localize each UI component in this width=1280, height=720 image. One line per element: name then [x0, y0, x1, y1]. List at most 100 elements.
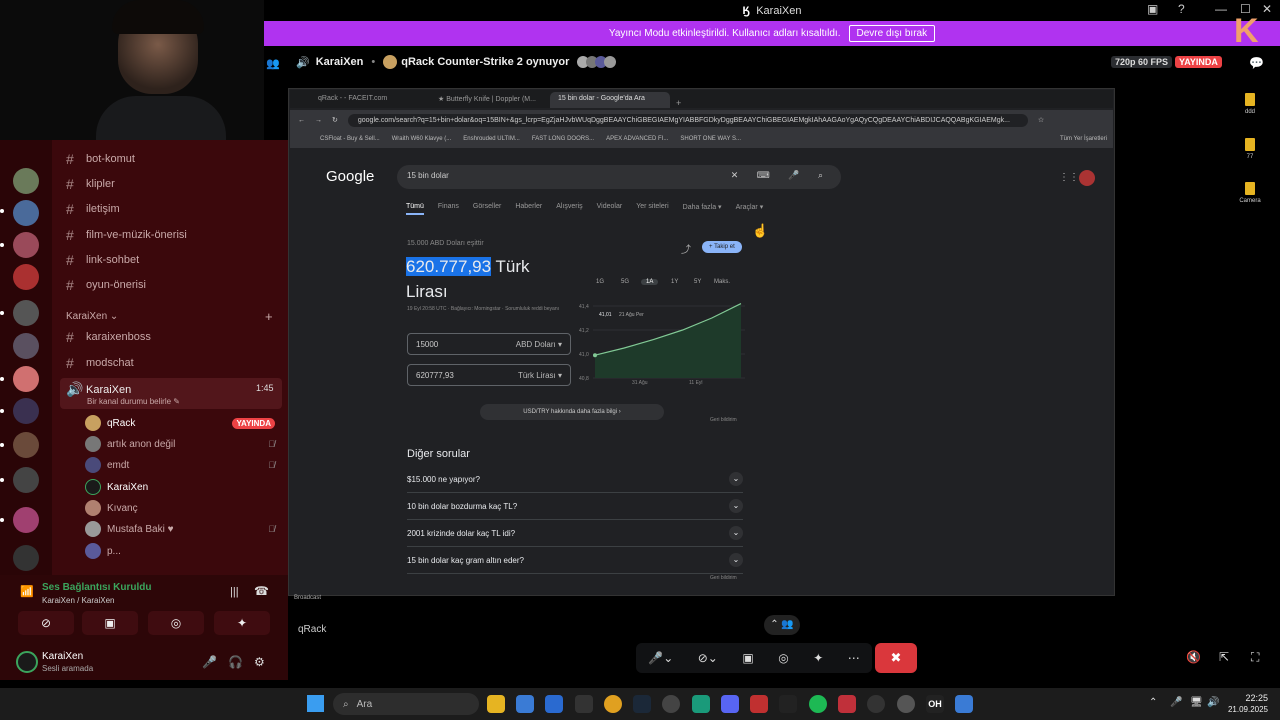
tab-tools[interactable]: Araçlar ▾	[736, 203, 764, 215]
taskbar-app-icon[interactable]	[692, 695, 710, 713]
minimize-icon[interactable]: —	[1215, 2, 1227, 16]
tab-all[interactable]: Tümü	[406, 203, 424, 215]
desktop-folder[interactable]: Camera	[1238, 182, 1262, 204]
member-emdt[interactable]: emdt 🎙̸	[85, 457, 275, 473]
question-item[interactable]: $15.000 ne yapıyor? ⌄	[407, 466, 743, 493]
feedback-link[interactable]: Geri bildirim	[710, 417, 737, 423]
channel-iletisim[interactable]: # iletişim	[66, 201, 120, 217]
activity-button[interactable]: ◎	[148, 611, 204, 635]
bookmark-star-icon[interactable]: ☆	[1038, 116, 1044, 124]
volume-icon[interactable]: 🔊	[1207, 697, 1219, 708]
start-icon[interactable]	[307, 695, 324, 712]
noise-suppression-icon[interactable]: |||	[230, 586, 239, 598]
tab-shopping[interactable]: Alışveriş	[556, 203, 582, 215]
range-max[interactable]: Maks.	[714, 279, 730, 285]
server-icon[interactable]	[13, 168, 39, 194]
range-5d[interactable]: 5G	[621, 279, 629, 285]
steam-icon[interactable]	[633, 695, 651, 713]
clock-date[interactable]: 21.09.2025	[1222, 705, 1268, 714]
settings-gear-icon[interactable]: ⚙	[254, 655, 265, 669]
question-item[interactable]: 2001 krizinde dolar kaç TL idi? ⌄	[407, 520, 743, 547]
server-icon[interactable]	[13, 333, 39, 359]
bookmark[interactable]: FAST LONG DOORS...	[532, 136, 594, 142]
file-explorer-icon[interactable]	[487, 695, 505, 713]
server-icon[interactable]	[13, 200, 39, 226]
url-field[interactable]: google.com/search?q=15+bin+dolar&oq=15BI…	[347, 113, 1028, 127]
bookmark[interactable]: APEX ADVANCED FI...	[606, 136, 668, 142]
user-avatar[interactable]	[16, 651, 38, 673]
all-bookmarks[interactable]: Tüm Yer İşaretleri	[1060, 136, 1107, 142]
bookmark[interactable]: SHORT ONE WAY S...	[680, 136, 741, 142]
feedback-link[interactable]: Geri bildirim	[710, 575, 737, 581]
spotify-icon[interactable]	[809, 695, 827, 713]
store-icon[interactable]	[545, 695, 563, 713]
member-artik-anon[interactable]: artık anon değil 🎙̸	[85, 436, 275, 452]
server-icon[interactable]	[13, 545, 39, 571]
search-input[interactable]: 15 bin dolar ✕ ⌨ 🎤 ⌕	[397, 165, 841, 189]
bookmark[interactable]: CSFloat - Buy & Sell...	[320, 136, 380, 142]
volume-mute-icon[interactable]: 🔇	[1186, 650, 1201, 664]
more-options-icon[interactable]: ⋯	[848, 651, 860, 665]
server-icon[interactable]	[13, 366, 39, 392]
share-screen-button[interactable]: ▣	[82, 611, 138, 635]
network-icon[interactable]: 🖥	[1190, 697, 1203, 708]
taskbar-app-icon[interactable]	[662, 695, 680, 713]
member-kivanc[interactable]: Kıvanç	[85, 500, 275, 516]
server-icon[interactable]	[13, 264, 39, 290]
to-amount-field[interactable]: 620777,93 Türk Lirası ▾	[407, 364, 571, 386]
member-qrack[interactable]: qRack YAYINDA	[85, 415, 275, 431]
google-logo[interactable]: Google	[326, 168, 374, 185]
end-stream-button[interactable]: ✖	[875, 643, 917, 673]
range-1m[interactable]: 1A	[641, 279, 659, 285]
taskbar-app-icon[interactable]	[575, 695, 593, 713]
participants-toggle[interactable]: ⌃ 👥	[764, 615, 800, 635]
tab-more[interactable]: Daha fazla ▾	[683, 203, 722, 215]
reload-icon[interactable]: ↻	[332, 116, 338, 124]
profile-avatar[interactable]	[1079, 170, 1095, 186]
server-icon[interactable]	[13, 300, 39, 326]
soundboard-icon[interactable]: ✦	[813, 651, 823, 665]
headphones-icon[interactable]: 🎧	[228, 655, 243, 669]
from-amount-field[interactable]: 15000 ABD Doları ▾	[407, 333, 571, 355]
server-icon[interactable]	[13, 507, 39, 533]
tab-finance[interactable]: Finans	[438, 203, 459, 215]
channel-klipler[interactable]: # klipler	[66, 176, 115, 192]
tab-places[interactable]: Yer siteleri	[636, 203, 668, 215]
bookmark[interactable]: Wraith W60 Klavye (...	[392, 136, 452, 142]
forward-icon[interactable]: →	[315, 117, 322, 124]
share-screen-icon[interactable]: ▣	[742, 651, 753, 665]
disable-streamer-mode-button[interactable]: Devre dışı bırak	[848, 25, 936, 42]
popout-icon[interactable]: ⇱	[1219, 650, 1229, 664]
back-icon[interactable]: ←	[298, 117, 305, 124]
channel-film-ve-muzik[interactable]: # film-ve-müzik-önerisi	[66, 227, 187, 243]
server-icon[interactable]	[13, 467, 39, 493]
range-1d[interactable]: 1G	[596, 279, 604, 285]
camera-off-button[interactable]: ⊘	[18, 611, 74, 635]
chat-icon[interactable]: 💬	[1249, 56, 1264, 70]
channel-karaixenboss[interactable]: # karaixenboss	[66, 329, 151, 345]
add-channel-icon[interactable]: +	[265, 309, 273, 324]
channel-bot-komut[interactable]: # bot-komut	[66, 151, 135, 167]
server-icon[interactable]	[13, 398, 39, 424]
desktop-folder[interactable]: 77	[1238, 138, 1262, 160]
member-mustafa-baki[interactable]: Mustafa Baki ♥ 🎙̸	[85, 521, 275, 537]
taskbar-search[interactable]: ⌕ Ara	[333, 693, 479, 715]
tray-chevron-icon[interactable]: ⌃	[1149, 697, 1157, 708]
new-tab-icon[interactable]: +	[676, 98, 681, 108]
tab-images[interactable]: Görseller	[473, 203, 501, 215]
signal-icon[interactable]: 📶	[20, 585, 34, 598]
browser-tab[interactable]: ★ Butterfly Knife | Doppler (M...	[430, 92, 550, 108]
clock-time[interactable]: 22:25	[1232, 693, 1268, 703]
server-icon[interactable]	[13, 432, 39, 458]
apps-grid-icon[interactable]: ⋮⋮	[1059, 172, 1079, 183]
taskbar-app-icon[interactable]	[750, 695, 768, 713]
taskbar-app-icon[interactable]	[516, 695, 534, 713]
help-icon[interactable]: ?	[1178, 2, 1185, 16]
tab-videos[interactable]: Videolar	[597, 203, 623, 215]
inbox-icon[interactable]: ▣	[1147, 2, 1158, 16]
taskbar-app-icon[interactable]	[955, 695, 973, 713]
browser-tab-active[interactable]: 15 bin dolar - Google'da Ara	[550, 92, 670, 108]
discord-icon[interactable]	[721, 695, 739, 713]
disconnect-icon[interactable]: ☎	[254, 584, 269, 598]
question-item[interactable]: 10 bin dolar bozdurma kaç TL? ⌄	[407, 493, 743, 520]
